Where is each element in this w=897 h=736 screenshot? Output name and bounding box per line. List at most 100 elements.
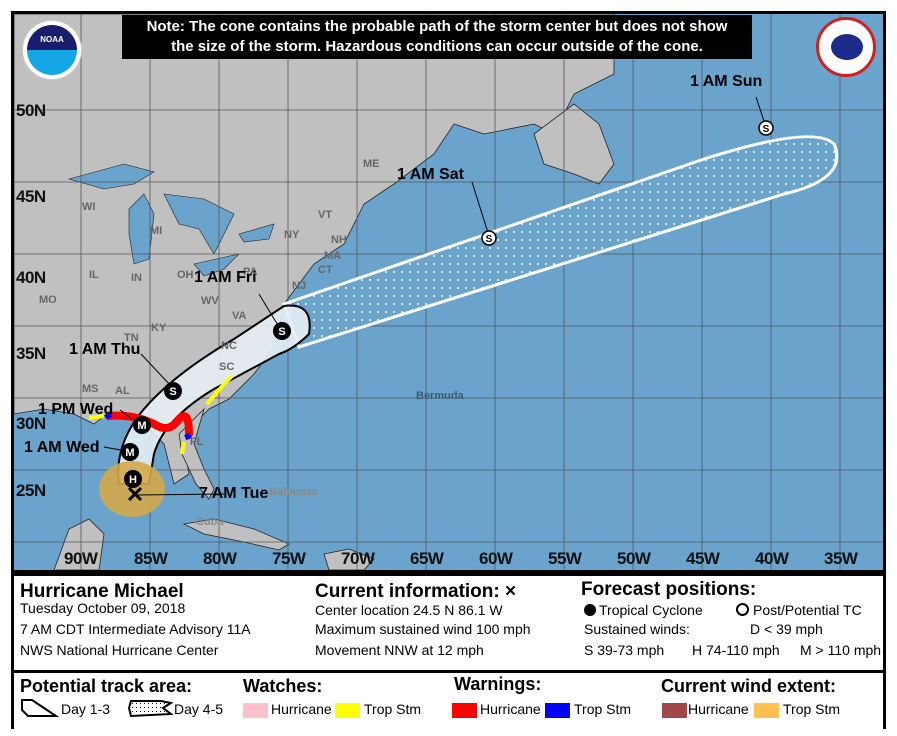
- state-label: ME: [363, 158, 380, 170]
- lon-label: 65W: [410, 549, 444, 568]
- warn-tropstm-label: Trop Stm: [574, 701, 632, 717]
- watches-title: Watches:: [243, 676, 323, 696]
- max-wind: Maximum sustained wind 100 mph: [315, 621, 531, 637]
- time-label-1am-sun: 1 AM Sun: [690, 73, 763, 90]
- warn-hurricane-swatch: [452, 703, 477, 718]
- wind-range-h: H 74-110 mph: [692, 642, 780, 658]
- current-info-title: Current information: ×: [315, 581, 516, 603]
- lon-label: 50W: [617, 549, 651, 568]
- watch-tropstm-swatch: [335, 703, 360, 718]
- svg-text:S: S: [169, 386, 176, 398]
- svg-text:H: H: [129, 474, 137, 486]
- movement: Movement NNW at 12 mph: [315, 642, 484, 658]
- watch-tropstm-label: Trop Stm: [364, 701, 422, 717]
- legend-post-tc: Post/Potential TC: [736, 602, 862, 618]
- post-tc-label: Post/Potential TC: [753, 602, 862, 618]
- advisory-number: 7 AM CDT Intermediate Advisory 11A: [20, 621, 251, 637]
- state-label: NY: [284, 229, 300, 241]
- map-svg: H M M S S S S: [14, 14, 883, 570]
- bahamas-label: Bahamas: [269, 486, 318, 498]
- info-panel: Hurricane Michael Tuesday October 09, 20…: [14, 573, 883, 670]
- state-label: WV: [201, 295, 219, 307]
- filled-circle-icon: [584, 604, 596, 616]
- lon-label: 55W: [548, 549, 582, 568]
- track-point-1am-thu[interactable]: S: [164, 382, 182, 400]
- wind-extent-title: Current wind extent:: [661, 676, 837, 696]
- track-point-h[interactable]: H: [124, 470, 142, 488]
- lon-label: 45W: [686, 549, 720, 568]
- sustained-winds-label: Sustained winds:: [584, 621, 690, 637]
- state-label: CT: [318, 264, 333, 276]
- watch-tropstm-fl: [180, 441, 186, 455]
- noaa-logo-top: NOAA: [27, 25, 77, 50]
- track-point-1am-sat[interactable]: S: [481, 230, 497, 246]
- warnings-title: Warnings:: [454, 674, 542, 694]
- state-label: IN: [131, 272, 142, 284]
- forecast-positions-title: Forecast positions:: [581, 579, 757, 600]
- lat-label: 25N: [16, 481, 46, 500]
- track-point-1pm-wed[interactable]: M: [133, 416, 151, 434]
- wind-range-d: D < 39 mph: [750, 621, 823, 637]
- track-point-1am-wed[interactable]: M: [121, 443, 139, 461]
- time-label-1am-fri: 1 AM Fri: [194, 269, 257, 286]
- state-label: NH: [331, 234, 347, 246]
- track-point-1am-fri[interactable]: S: [273, 322, 291, 340]
- day45-cone-icon: [127, 700, 173, 718]
- nws-logo-inner: [831, 34, 863, 60]
- state-label: AL: [115, 385, 130, 397]
- noaa-logo-bottom: [27, 50, 77, 75]
- svg-text:M: M: [125, 447, 134, 459]
- tropical-cyclone-label: Tropical Cyclone: [599, 602, 703, 618]
- day45-label: Day 4-5: [174, 701, 224, 717]
- lon-label: 35W: [824, 549, 858, 568]
- state-label: MS: [82, 383, 99, 395]
- state-label: FL: [190, 436, 204, 448]
- time-label-1pm-wed: 1 PM Wed: [38, 401, 114, 418]
- svg-text:S: S: [486, 234, 493, 245]
- lon-label: 90W: [64, 549, 98, 568]
- watch-hurricane-label: Hurricane: [271, 701, 332, 717]
- cuba-label: Cuba: [196, 516, 224, 528]
- time-label-1am-thu: 1 AM Thu: [69, 341, 141, 358]
- state-label: NJ: [292, 280, 307, 292]
- track-area-title: Potential track area:: [20, 676, 193, 696]
- state-label: VT: [318, 209, 333, 221]
- track-point-1am-sun[interactable]: S: [758, 120, 774, 136]
- note-line-2: the size of the storm. Hazardous conditi…: [171, 38, 703, 55]
- lon-label: 75W: [272, 549, 306, 568]
- wind-hurricane-label: Hurricane: [688, 701, 749, 717]
- wind-tropstm-swatch: [754, 703, 779, 718]
- wind-range-s: S 39-73 mph: [584, 642, 665, 658]
- state-label: MA: [324, 250, 342, 262]
- lat-label: 50N: [16, 101, 46, 120]
- state-label: MO: [39, 294, 57, 306]
- state-label: WI: [82, 201, 96, 213]
- legend-tropical-cyclone: Tropical Cyclone: [584, 602, 703, 618]
- svg-text:S: S: [278, 326, 285, 338]
- legend-panel: Potential track area: Day 1-3 Day 4-5 Wa…: [14, 670, 883, 729]
- advisory-date: Tuesday October 09, 2018: [20, 600, 186, 616]
- lon-label: 60W: [479, 549, 513, 568]
- advisory-source: NWS National Hurricane Center: [20, 642, 219, 658]
- state-label: NC: [221, 340, 237, 352]
- note-line-1: Note: The cone contains the probable pat…: [146, 18, 728, 35]
- time-label-7am-tue: 7 AM Tue: [199, 485, 269, 502]
- state-label: OH: [177, 269, 194, 281]
- wind-hurricane-swatch: [662, 703, 687, 718]
- lat-label: 40N: [16, 268, 46, 287]
- lon-label: 70W: [341, 549, 375, 568]
- nws-logo: [816, 17, 876, 77]
- current-position-icon: ×: [505, 581, 517, 602]
- state-label: IL: [89, 269, 99, 281]
- state-label: SC: [219, 361, 235, 373]
- watch-hurricane-swatch: [243, 703, 268, 718]
- svg-text:M: M: [137, 420, 146, 432]
- open-circle-icon: [736, 603, 749, 616]
- day13-cone-icon: [21, 699, 60, 717]
- lon-label: 80W: [203, 549, 237, 568]
- state-label: KY: [151, 322, 167, 334]
- state-label: VA: [232, 310, 247, 322]
- current-info-title-text: Current information:: [315, 581, 500, 602]
- bermuda-label: Bermuda: [416, 390, 464, 402]
- warn-hurricane-label: Hurricane: [480, 701, 541, 717]
